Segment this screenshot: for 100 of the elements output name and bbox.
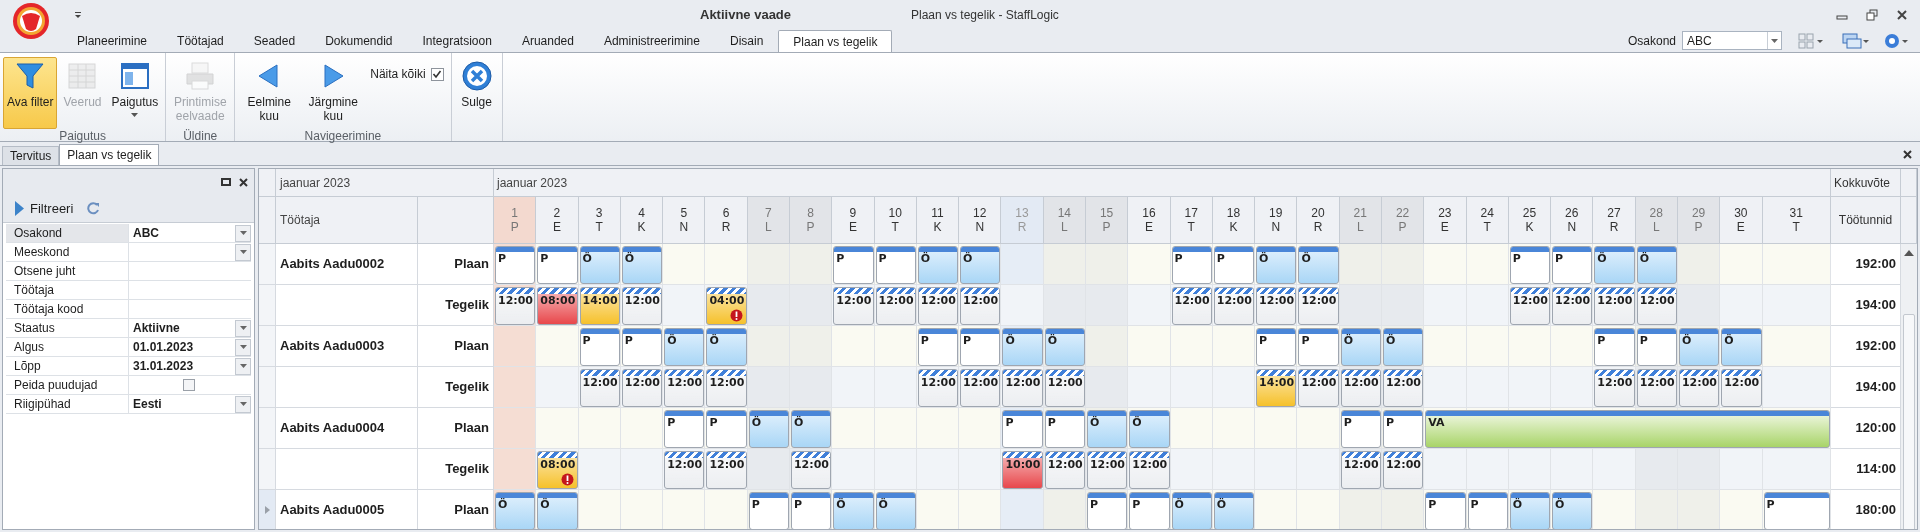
shift-block[interactable]: 12:00 xyxy=(1382,451,1424,489)
shift-block[interactable]: Ö xyxy=(1552,492,1593,529)
shift-block[interactable]: Ö xyxy=(1382,328,1424,366)
close-icon[interactable] xyxy=(1896,9,1908,21)
app-logo[interactable] xyxy=(12,2,50,40)
day-header[interactable]: 21 L xyxy=(1339,197,1382,244)
shift-block[interactable]: 12:00 xyxy=(1298,287,1339,325)
shift-block[interactable]: P xyxy=(1425,492,1466,529)
shift-block[interactable]: 12:00 xyxy=(1086,451,1128,489)
shift-block[interactable]: 12:00 xyxy=(917,369,959,407)
shift-block[interactable]: P xyxy=(1552,246,1593,284)
day-header[interactable]: 6 R xyxy=(705,197,748,244)
day-header[interactable]: 10 T xyxy=(874,197,917,244)
shift-block[interactable]: 12:00 xyxy=(621,369,663,407)
day-header[interactable]: 17 T xyxy=(1170,197,1213,244)
department-dropdown[interactable]: ABC xyxy=(1682,31,1782,50)
shift-block[interactable]: P xyxy=(1382,410,1424,448)
shift-block[interactable]: Ö xyxy=(1721,328,1762,366)
scroll-up-icon[interactable] xyxy=(1904,250,1914,256)
day-header[interactable]: 5 N xyxy=(663,197,706,244)
field-dropdown[interactable]: Eesti xyxy=(129,395,251,413)
shift-block[interactable]: 12:00 xyxy=(790,451,832,489)
ribbon-tab[interactable]: Administreerimine xyxy=(588,30,715,52)
day-header[interactable]: 11 K xyxy=(916,197,960,244)
shift-block[interactable]: Ö xyxy=(875,492,916,529)
help-dropdown-icon[interactable] xyxy=(1884,32,1910,49)
shift-block[interactable]: 12:00 xyxy=(1298,369,1339,407)
day-header[interactable]: 23 E xyxy=(1424,197,1467,244)
ribbon-button[interactable]: Ava filter xyxy=(3,57,58,129)
day-header[interactable]: 19 N xyxy=(1255,197,1298,244)
shift-block[interactable]: 12:00 xyxy=(1044,369,1085,407)
ribbon-tab[interactable]: Aruanded xyxy=(506,30,589,52)
windows-dropdown-icon[interactable] xyxy=(1842,32,1870,49)
shift-block[interactable]: Ö xyxy=(1594,246,1635,284)
shift-block[interactable]: 12:00 xyxy=(1129,451,1170,489)
shift-block[interactable]: 10:00 xyxy=(1002,451,1043,489)
row-indicator[interactable] xyxy=(259,244,276,285)
ribbon-button[interactable]: Eelmine kuu xyxy=(238,57,301,129)
row-indicator[interactable] xyxy=(259,285,276,326)
refresh-icon[interactable] xyxy=(87,202,101,215)
shift-block[interactable]: Ö xyxy=(706,328,747,366)
shift-block[interactable]: 12:00 xyxy=(579,369,620,407)
shift-block[interactable]: 14:00 xyxy=(579,287,620,325)
shift-block[interactable]: P xyxy=(1763,492,1830,529)
row-indicator[interactable] xyxy=(259,367,276,408)
close-icon[interactable] xyxy=(1903,150,1912,159)
day-header[interactable]: 30 E xyxy=(1720,197,1763,244)
day-header[interactable]: 20 R xyxy=(1297,197,1340,244)
shift-block[interactable]: P xyxy=(706,410,747,448)
document-tab[interactable]: Tervitus xyxy=(2,146,60,165)
shift-block[interactable]: 12:00 xyxy=(621,287,663,325)
shift-block[interactable]: P xyxy=(1256,328,1297,366)
shift-block[interactable]: Ö xyxy=(748,410,789,448)
shift-block[interactable]: 12:00 xyxy=(1002,369,1043,407)
shift-block[interactable]: 12:00 xyxy=(1256,287,1297,325)
shift-block[interactable]: 04:00 xyxy=(706,287,747,325)
field-dropdown[interactable]: ABC xyxy=(129,224,251,242)
shift-block[interactable]: P xyxy=(1129,492,1170,529)
shift-block[interactable]: P xyxy=(1509,246,1551,284)
shift-block[interactable]: P xyxy=(748,492,789,529)
shift-block[interactable]: Ö xyxy=(1002,328,1043,366)
shift-block[interactable]: 12:00 xyxy=(1636,369,1677,407)
ribbon-button[interactable]: Järgmine kuu xyxy=(302,57,365,129)
shift-block[interactable]: Ö xyxy=(664,328,705,366)
day-header[interactable]: 14 L xyxy=(1043,197,1086,244)
shift-block[interactable]: P xyxy=(875,246,916,284)
shift-block[interactable]: P xyxy=(1002,410,1043,448)
row-indicator[interactable] xyxy=(259,408,276,449)
shift-block[interactable]: 12:00 xyxy=(1721,369,1762,407)
day-header[interactable]: 31 T xyxy=(1762,197,1831,244)
shift-block[interactable]: Ö xyxy=(1171,492,1212,529)
shift-block[interactable]: 12:00 xyxy=(875,287,916,325)
day-header[interactable]: 29 P xyxy=(1677,197,1721,244)
shift-block[interactable]: 12:00 xyxy=(495,287,536,325)
shift-block[interactable]: Ö xyxy=(960,246,1001,284)
ribbon-button[interactable]: Paigutus xyxy=(107,57,163,129)
field-checkbox[interactable] xyxy=(183,379,195,391)
shift-block[interactable]: 12:00 xyxy=(664,369,705,407)
filter-button[interactable]: Filtreeri xyxy=(15,198,74,219)
day-header[interactable]: 8 P xyxy=(789,197,833,244)
shift-block[interactable]: Ö xyxy=(621,246,663,284)
row-indicator[interactable] xyxy=(259,326,276,367)
shift-block[interactable]: 12:00 xyxy=(1594,369,1635,407)
day-header[interactable]: 28 L xyxy=(1635,197,1678,244)
shift-block[interactable]: P xyxy=(1340,410,1381,448)
quick-access-caret-icon[interactable] xyxy=(74,11,82,19)
shift-block[interactable]: P xyxy=(664,410,705,448)
day-header[interactable]: 15 P xyxy=(1085,197,1129,244)
day-header[interactable]: 26 N xyxy=(1551,197,1594,244)
shift-block[interactable]: 12:00 xyxy=(1594,287,1635,325)
shift-block[interactable]: P xyxy=(621,328,663,366)
shift-block[interactable]: P xyxy=(579,328,620,366)
close-button[interactable]: Sulge xyxy=(454,57,499,129)
day-header[interactable]: 9 E xyxy=(832,197,875,244)
field-dropdown[interactable]: Aktiivne xyxy=(129,319,251,337)
ribbon-tab[interactable]: Planeerimine xyxy=(62,30,163,52)
shift-block[interactable]: 12:00 xyxy=(1382,369,1424,407)
day-header[interactable]: 25 K xyxy=(1508,197,1552,244)
shift-block[interactable]: 12:00 xyxy=(1171,287,1212,325)
shift-block[interactable]: P xyxy=(495,246,536,284)
